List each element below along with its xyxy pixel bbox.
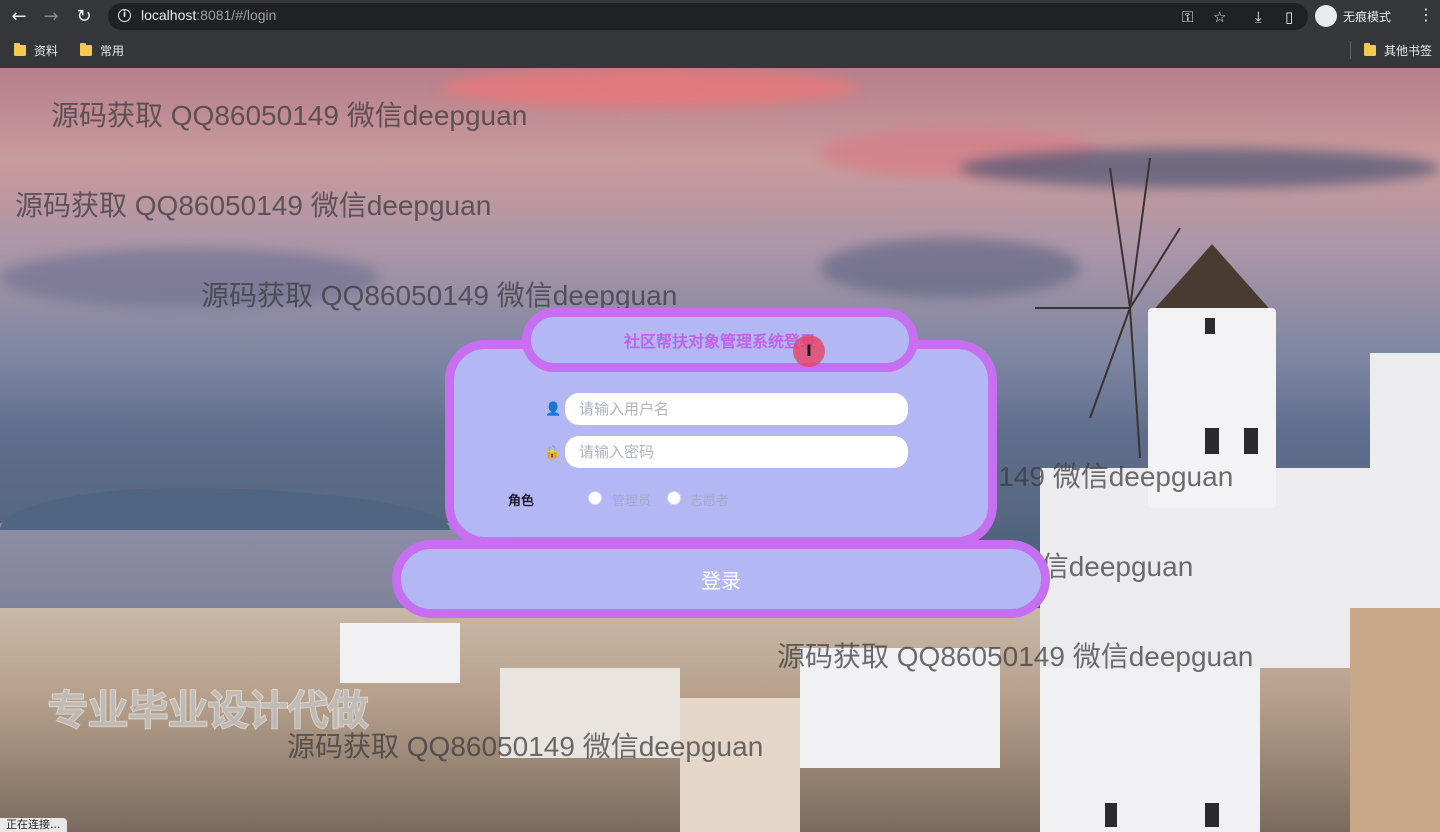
white-house bbox=[680, 698, 800, 832]
stone-building bbox=[1350, 608, 1440, 832]
login-title-pill: 社区帮扶对象管理系统登录 bbox=[522, 308, 918, 372]
role-option-volunteer-label[interactable]: 志愿者 bbox=[690, 490, 729, 509]
window bbox=[1205, 803, 1219, 827]
role-label: 角色 bbox=[508, 494, 535, 509]
status-bar: 正在连接... bbox=[0, 818, 67, 832]
watermark: 源码获取 QQ86050149 微信deepguan bbox=[15, 190, 492, 221]
menu-kebab-icon[interactable]: ⋮ bbox=[1418, 5, 1434, 24]
folder-icon bbox=[1364, 43, 1376, 56]
forward-arrow-icon[interactable]: → bbox=[40, 6, 62, 28]
download-icon[interactable]: ⤓ bbox=[1255, 8, 1262, 26]
page-viewport: 源码获取 QQ86050149 微信deepguan 源码获取 QQ860501… bbox=[0, 68, 1440, 832]
password-input[interactable] bbox=[565, 436, 908, 468]
bookmark-folder-2[interactable]: 常用 bbox=[80, 42, 124, 59]
window bbox=[1244, 428, 1258, 454]
bookmark-folder-1[interactable]: 资料 bbox=[14, 42, 58, 59]
white-house bbox=[340, 623, 460, 683]
incognito-indicator[interactable]: 无痕模式 bbox=[1315, 5, 1391, 27]
url-text: localhost:8081/#/login bbox=[141, 7, 277, 23]
user-icon: 👤 bbox=[545, 402, 562, 417]
window bbox=[1205, 428, 1219, 454]
folder-icon bbox=[80, 43, 92, 56]
browser-toolbar: ← → ↻ i localhost:8081/#/login ⚿ ☆ ⤓ ▯ 无… bbox=[0, 0, 1440, 34]
banner-watermark: 专业毕业设计代做 bbox=[47, 687, 369, 735]
white-building bbox=[1370, 353, 1440, 473]
watermark: 源码获取 QQ86050149 微信deepguan bbox=[777, 641, 1254, 672]
folder-icon bbox=[14, 43, 26, 56]
mouse-cursor-indicator: I bbox=[793, 335, 825, 367]
window bbox=[1105, 803, 1117, 827]
back-arrow-icon[interactable]: ← bbox=[8, 6, 30, 28]
white-house bbox=[1040, 658, 1260, 832]
role-radio-admin[interactable] bbox=[588, 491, 602, 505]
reload-icon[interactable]: ↻ bbox=[73, 6, 95, 28]
mountain bbox=[0, 488, 450, 530]
login-button[interactable]: 登录 bbox=[392, 540, 1050, 618]
address-bar[interactable]: i localhost:8081/#/login bbox=[108, 3, 1308, 30]
site-info-icon[interactable]: i bbox=[118, 9, 131, 22]
incognito-icon bbox=[1315, 5, 1337, 27]
watermark: 源码获取 QQ86050149 微信deepguan bbox=[51, 100, 528, 131]
window bbox=[1205, 318, 1215, 334]
star-icon[interactable]: ☆ bbox=[1213, 8, 1226, 26]
other-bookmarks[interactable]: 其他书签 bbox=[1364, 42, 1432, 59]
login-title: 社区帮扶对象管理系统登录 bbox=[623, 332, 816, 351]
incognito-label: 无痕模式 bbox=[1343, 9, 1392, 24]
key-icon[interactable]: ⚿ bbox=[1182, 8, 1193, 26]
role-radio-volunteer[interactable] bbox=[667, 491, 681, 505]
role-option-admin-label[interactable]: 管理员 bbox=[612, 490, 651, 509]
bookmarks-bar: 资料 常用 其他书签 bbox=[0, 34, 1440, 69]
lock-icon: 🔒 bbox=[544, 445, 561, 460]
side-panel-icon[interactable]: ▯ bbox=[1285, 8, 1293, 26]
username-input[interactable] bbox=[565, 393, 908, 425]
windmill-sails bbox=[1035, 158, 1181, 459]
bookmarks-divider bbox=[1350, 41, 1351, 59]
